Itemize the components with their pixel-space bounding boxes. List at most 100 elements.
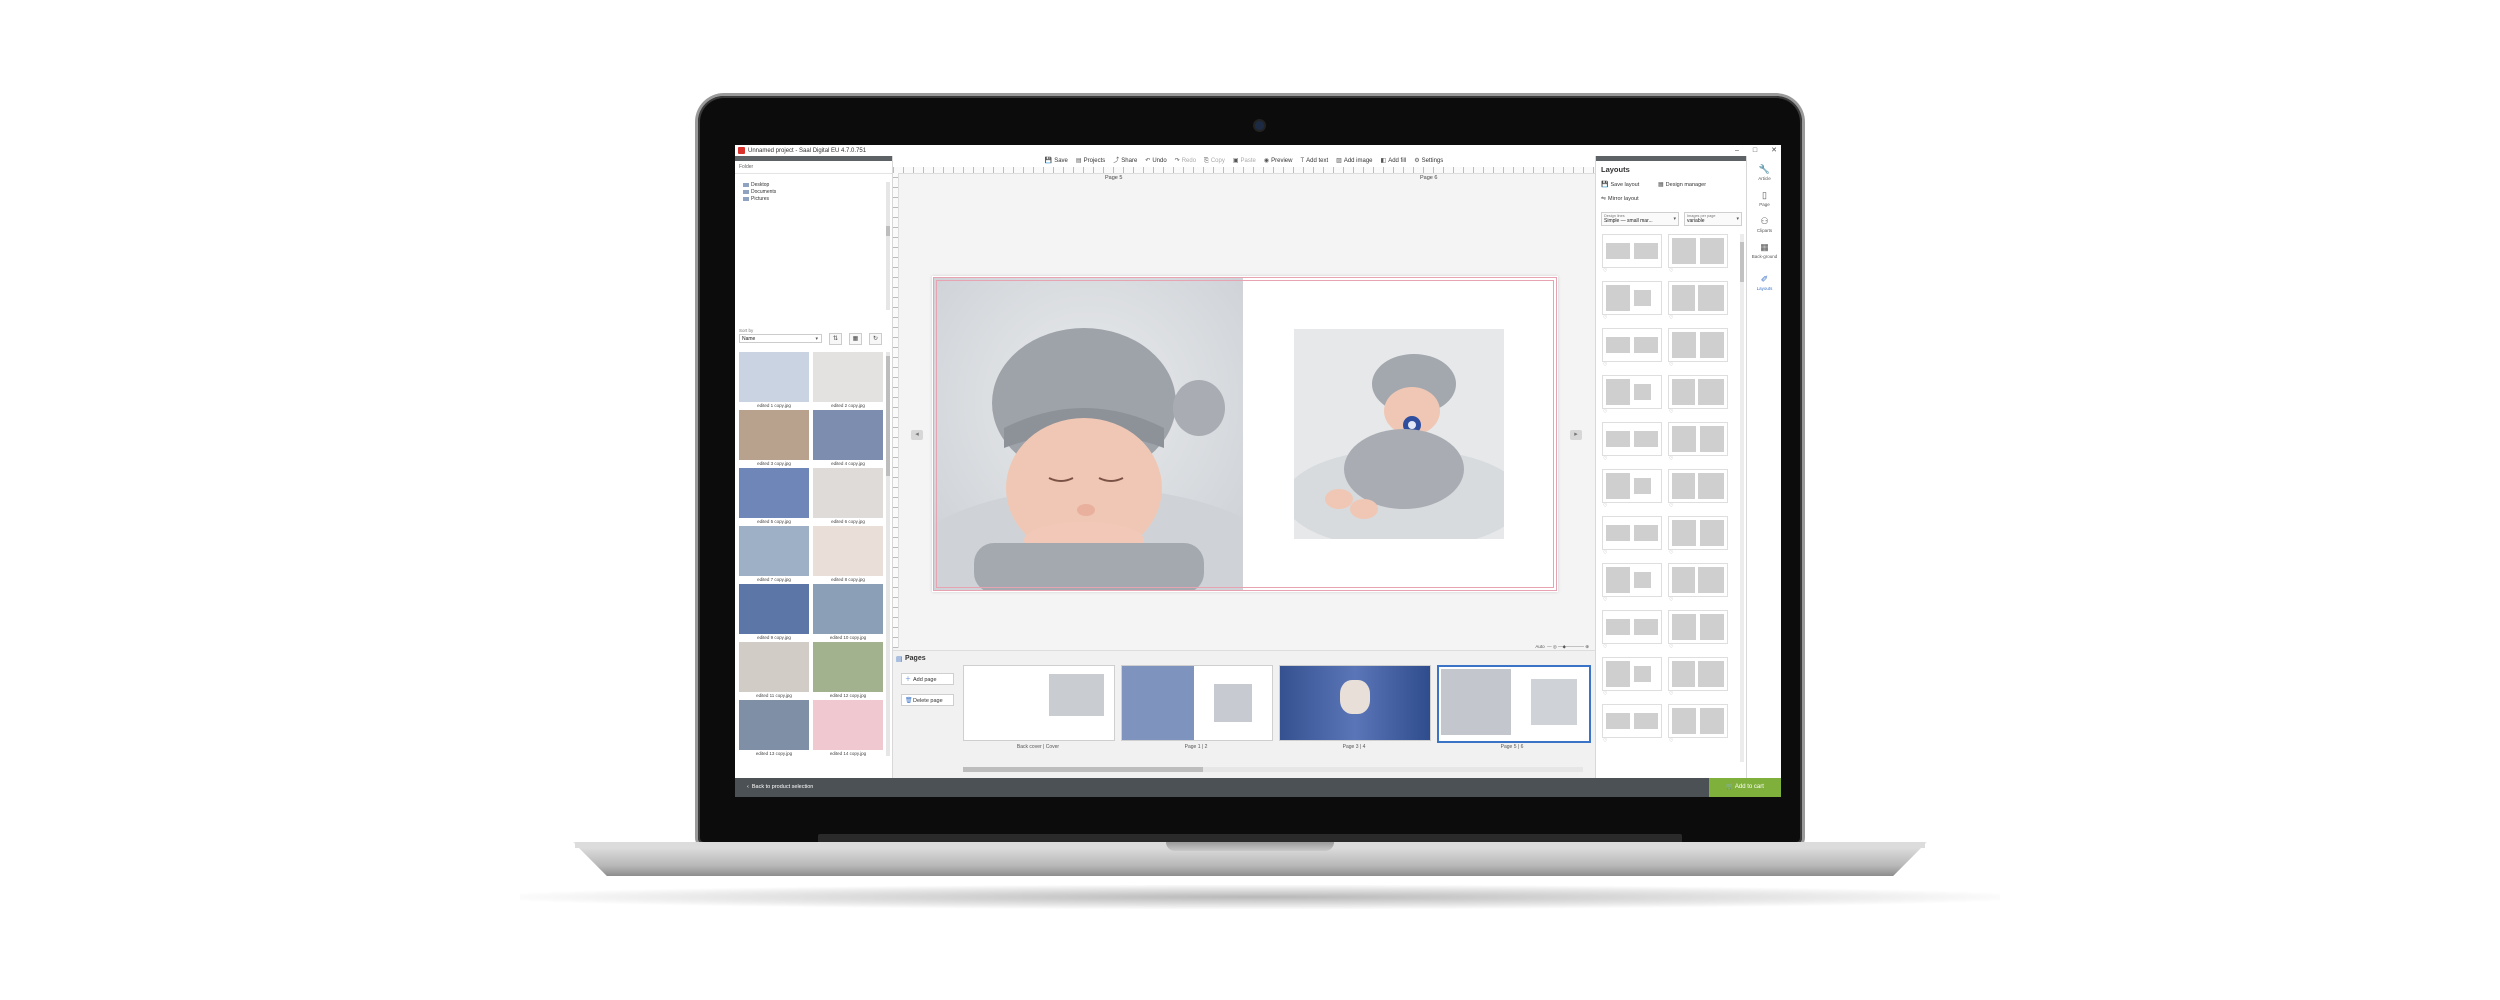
delete-page-button[interactable]: 🗑 Delete page: [901, 694, 954, 706]
image-thumbnail[interactable]: edited 4 copy.jpg: [813, 410, 883, 466]
toolbar-preview-button[interactable]: ◉ Preview: [1264, 156, 1293, 167]
tree-item-documents[interactable]: Documents: [737, 189, 885, 196]
image-thumbnail[interactable]: edited 9 copy.jpg: [739, 584, 809, 640]
mirror-layout-button[interactable]: ⇋ Mirror layout: [1601, 195, 1639, 203]
next-page-arrow[interactable]: ▸: [1570, 430, 1582, 440]
favorite-heart-icon[interactable]: ♡: [1603, 268, 1607, 274]
rail-background[interactable]: ▦ Back-ground: [1747, 242, 1781, 259]
favorite-heart-icon[interactable]: ♡: [1669, 503, 1673, 509]
tree-item-desktop[interactable]: Desktop: [737, 182, 885, 189]
layout-template[interactable]: ♡: [1668, 469, 1728, 509]
toolbar-share-button[interactable]: ⤴ Share: [1113, 156, 1137, 167]
image-thumbnail[interactable]: edited 3 copy.jpg: [739, 410, 809, 466]
favorite-heart-icon[interactable]: ♡: [1603, 503, 1607, 509]
minimize-button[interactable]: –: [1735, 145, 1739, 156]
layout-template[interactable]: ♡: [1602, 610, 1662, 650]
sort-direction-button[interactable]: ⇅: [829, 333, 842, 345]
tree-scrollbar[interactable]: [886, 182, 890, 310]
tree-item-pictures[interactable]: Pictures: [737, 196, 885, 203]
layout-template[interactable]: ♡: [1668, 375, 1728, 415]
pages-scrollbar[interactable]: [963, 767, 1583, 772]
image-thumbnail[interactable]: edited 2 copy.jpg: [813, 352, 883, 408]
toolbar-undo-button[interactable]: ↶ Undo: [1145, 156, 1166, 167]
page-spread[interactable]: [932, 276, 1558, 592]
layout-template[interactable]: ♡: [1602, 234, 1662, 274]
layouts-scroll-thumb[interactable]: [1740, 242, 1744, 282]
grid-view-button[interactable]: ▦: [849, 333, 862, 345]
back-to-product-selection-button[interactable]: ‹ Back to product selection: [735, 778, 892, 797]
toolbar-paste-button[interactable]: ▣ Paste: [1233, 156, 1256, 167]
image-thumbnail[interactable]: edited 1 copy.jpg: [739, 352, 809, 408]
image-thumbnail[interactable]: edited 11 copy.jpg: [739, 642, 809, 698]
design-manager-button[interactable]: ▦ Design manager: [1658, 181, 1706, 189]
layout-template[interactable]: ♡: [1602, 516, 1662, 556]
pages-scroll-thumb[interactable]: [963, 767, 1203, 772]
favorite-heart-icon[interactable]: ♡: [1603, 362, 1607, 368]
image-thumbnail[interactable]: edited 10 copy.jpg: [813, 584, 883, 640]
zoom-control[interactable]: Auto — ◎ —◆———— ⊕: [1535, 644, 1589, 650]
tree-scroll-thumb[interactable]: [886, 226, 890, 236]
rail-article[interactable]: 🔧 Article: [1747, 164, 1781, 181]
favorite-heart-icon[interactable]: ♡: [1669, 268, 1673, 274]
image-thumbnail[interactable]: edited 7 copy.jpg: [739, 526, 809, 582]
favorite-heart-icon[interactable]: ♡: [1603, 409, 1607, 415]
toolbar-save-button[interactable]: 💾 Save: [1045, 156, 1068, 167]
add-to-cart-button[interactable]: 🛒 Add to cart: [1709, 778, 1781, 797]
layout-template[interactable]: ♡: [1602, 422, 1662, 462]
image-thumbnail[interactable]: edited 14 copy.jpg: [813, 700, 883, 756]
favorite-heart-icon[interactable]: ♡: [1603, 644, 1607, 650]
add-page-button[interactable]: ＋ Add page: [901, 673, 954, 685]
layout-template[interactable]: ♡: [1602, 704, 1662, 744]
toolbar-add-image-button[interactable]: ▨ Add image: [1336, 156, 1372, 167]
favorite-heart-icon[interactable]: ♡: [1669, 738, 1673, 744]
layout-template[interactable]: ♡: [1602, 375, 1662, 415]
page-thumb-3-4[interactable]: [1279, 665, 1431, 741]
toolbar-add-text-button[interactable]: T Add text: [1300, 156, 1328, 167]
favorite-heart-icon[interactable]: ♡: [1603, 315, 1607, 321]
favorite-heart-icon[interactable]: ♡: [1669, 644, 1673, 650]
toolbar-redo-button[interactable]: ↷ Redo: [1175, 156, 1196, 167]
layout-template[interactable]: ♡: [1668, 563, 1728, 603]
layout-template[interactable]: ♡: [1602, 328, 1662, 368]
images-per-page-select[interactable]: Images per page variable ▾: [1684, 212, 1742, 226]
layout-template[interactable]: ♡: [1668, 422, 1728, 462]
layout-template[interactable]: ♡: [1668, 610, 1728, 650]
layout-template[interactable]: ♡: [1668, 704, 1728, 744]
toolbar-add-fill-button[interactable]: ◧ Add fill: [1381, 156, 1407, 167]
favorite-heart-icon[interactable]: ♡: [1669, 456, 1673, 462]
toolbar-copy-button[interactable]: ⎘ Copy: [1204, 156, 1225, 167]
favorite-heart-icon[interactable]: ♡: [1603, 597, 1607, 603]
favorite-heart-icon[interactable]: ♡: [1603, 691, 1607, 697]
layout-template[interactable]: ♡: [1668, 234, 1728, 274]
favorite-heart-icon[interactable]: ♡: [1603, 550, 1607, 556]
favorite-heart-icon[interactable]: ♡: [1603, 738, 1607, 744]
page-thumb-5-6[interactable]: [1437, 665, 1591, 743]
layout-template[interactable]: ♡: [1602, 657, 1662, 697]
favorite-heart-icon[interactable]: ♡: [1669, 691, 1673, 697]
layouts-scrollbar[interactable]: [1740, 234, 1744, 762]
page-thumb-1-2[interactable]: [1121, 665, 1273, 741]
favorite-heart-icon[interactable]: ♡: [1669, 597, 1673, 603]
images-scrollbar[interactable]: [886, 352, 890, 756]
layout-template[interactable]: ♡: [1668, 657, 1728, 697]
close-button[interactable]: ✕: [1771, 145, 1777, 156]
save-layout-button[interactable]: 💾 Save layout: [1601, 181, 1639, 189]
layout-template[interactable]: ♡: [1602, 281, 1662, 321]
rail-cliparts[interactable]: ⚇ Cliparts: [1747, 216, 1781, 233]
favorite-heart-icon[interactable]: ♡: [1669, 550, 1673, 556]
design-lines-select[interactable]: Design lines Simple — small mar... ▾: [1601, 212, 1679, 226]
rail-page[interactable]: ▯ Page: [1747, 190, 1781, 207]
image-thumbnail[interactable]: edited 5 copy.jpg: [739, 468, 809, 524]
toolbar-projects-button[interactable]: ▤ Projects: [1076, 156, 1105, 167]
favorite-heart-icon[interactable]: ♡: [1669, 315, 1673, 321]
image-thumbnail[interactable]: edited 13 copy.jpg: [739, 700, 809, 756]
sort-select[interactable]: Name ▾: [739, 334, 822, 343]
refresh-button[interactable]: ↻: [869, 333, 882, 345]
maximize-button[interactable]: □: [1753, 145, 1757, 156]
toolbar-settings-button[interactable]: ⚙ Settings: [1414, 156, 1443, 167]
image-thumbnail[interactable]: edited 6 copy.jpg: [813, 468, 883, 524]
layout-template[interactable]: ♡: [1668, 516, 1728, 556]
favorite-heart-icon[interactable]: ♡: [1669, 409, 1673, 415]
layout-template[interactable]: ♡: [1668, 328, 1728, 368]
favorite-heart-icon[interactable]: ♡: [1603, 456, 1607, 462]
